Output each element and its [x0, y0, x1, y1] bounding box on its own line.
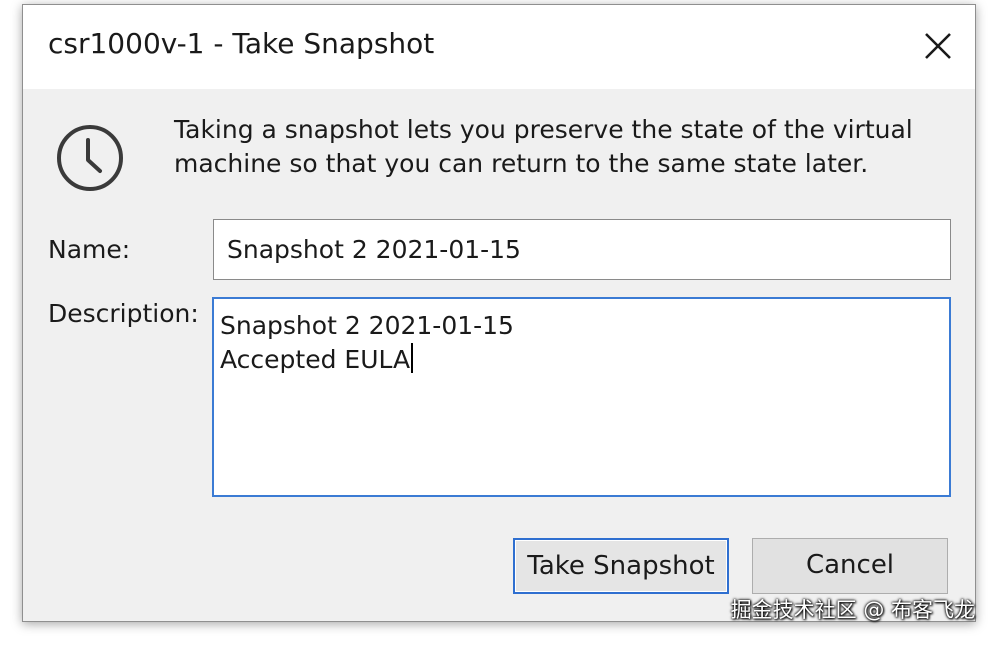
description-line: Snapshot 2 2021-01-15: [220, 311, 514, 340]
description-field[interactable]: Snapshot 2 2021-01-15 Accepted EULA: [212, 297, 951, 497]
info-text: Taking a snapshot lets you preserve the …: [174, 115, 913, 178]
description-line: Accepted EULA: [220, 345, 411, 374]
dialog-title: csr1000v-1 - Take Snapshot: [48, 27, 435, 60]
cancel-button[interactable]: Cancel: [752, 538, 948, 594]
name-field[interactable]: [213, 219, 951, 280]
description-label: Description:: [48, 299, 199, 328]
watermark: 掘金技术社区 @ 布客飞龙: [730, 598, 975, 622]
close-icon: [925, 33, 951, 59]
clock-icon: [57, 125, 123, 191]
take-snapshot-dialog: csr1000v-1 - Take Snapshot Taking a snap…: [22, 4, 976, 622]
text-caret: [411, 343, 414, 373]
take-snapshot-button[interactable]: Take Snapshot: [513, 538, 729, 594]
close-button[interactable]: [915, 23, 961, 69]
title-bar: csr1000v-1 - Take Snapshot: [23, 5, 975, 89]
name-label: Name:: [48, 235, 131, 264]
